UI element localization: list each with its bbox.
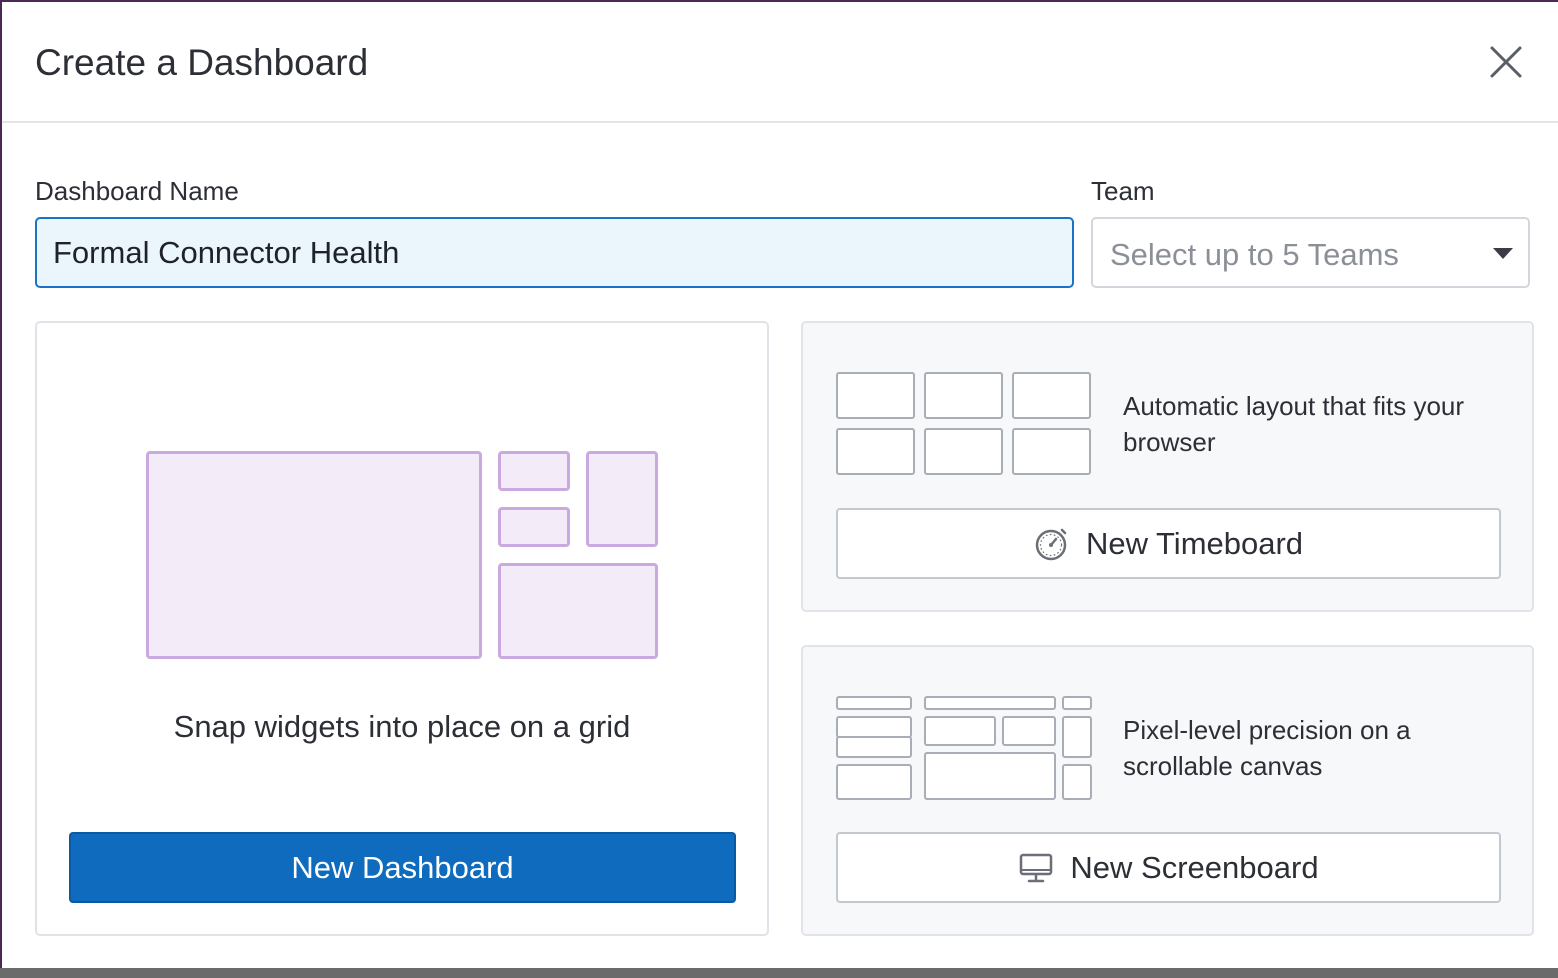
backdrop-strip [0,968,1558,978]
illustration-widget [836,428,915,475]
new-timeboard-label: New Timeboard [1085,525,1304,561]
screenboard-option-card: Pixel-level precision on a scrollable ca… [801,645,1534,936]
illustration-widget [836,716,912,738]
illustration-widget [836,696,912,710]
illustration-widget [1062,764,1092,800]
new-screenboard-label: New Screenboard [1070,849,1319,885]
illustration-widget [586,451,658,547]
illustration-widget [924,372,1003,419]
dashboard-description: Snap widgets into place on a grid [173,709,631,744]
illustration-widget [1012,372,1091,419]
timeboard-option-card: Automatic layout that fits your browser … [801,321,1534,612]
modal-title: Create a Dashboard [35,42,369,83]
new-screenboard-button[interactable]: New Screenboard [836,832,1501,903]
illustration-widget [836,764,912,800]
monitor-icon [1020,853,1053,882]
illustration-widget [1062,696,1092,710]
screenboard-description: Pixel-level precision on a scrollable ca… [1123,715,1411,781]
illustration-widget [924,752,1056,800]
team-select[interactable]: Select up to 5 Teams [1091,217,1530,288]
illustration-widget [1002,716,1056,746]
dashboard-name-input[interactable] [35,217,1074,288]
team-placeholder: Select up to 5 Teams [1110,237,1399,272]
illustration-widget [1012,428,1091,475]
close-icon [1490,46,1522,78]
timeboard-description: Automatic layout that fits your browser [1123,391,1465,457]
team-label: Team [1091,176,1155,206]
create-dashboard-modal: Create a Dashboard Dashboard Name Team S… [2,2,1558,968]
illustration-widget [498,507,570,547]
stopwatch-icon [1035,528,1067,560]
dashboard-name-label: Dashboard Name [35,176,239,206]
close-button[interactable] [1486,42,1526,82]
illustration-widget [146,451,482,659]
illustration-widget [924,428,1003,475]
illustration-widget [498,451,570,491]
illustration-widget [924,696,1056,710]
illustration-widget [836,372,915,419]
new-timeboard-button[interactable]: New Timeboard [836,508,1501,579]
illustration-widget [924,716,996,746]
modal-header: Create a Dashboard [2,2,1558,123]
illustration-widget [498,563,658,659]
illustration-widget [836,736,912,758]
new-dashboard-button[interactable]: New Dashboard [69,832,736,903]
caret-down-icon [1493,248,1513,259]
dashboard-option-card: Snap widgets into place on a grid New Da… [35,321,769,936]
illustration-widget [1062,716,1092,758]
